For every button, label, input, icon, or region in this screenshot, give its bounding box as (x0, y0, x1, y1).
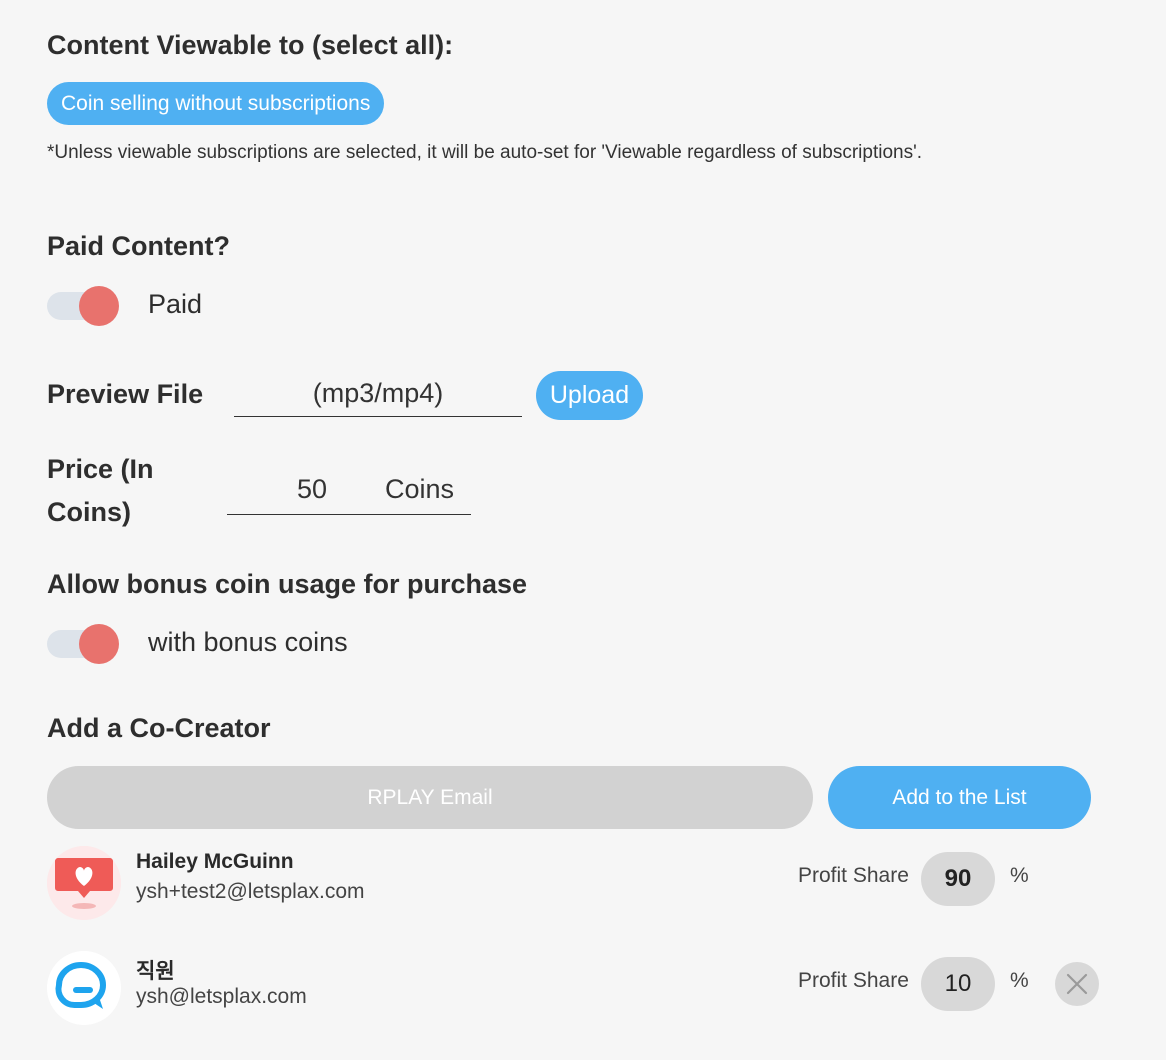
price-value: 50 (297, 474, 328, 504)
paid-toggle[interactable] (47, 284, 121, 328)
price-label-line2: Coins) (47, 497, 131, 527)
preview-file-input[interactable]: (mp3/mp4) (234, 372, 522, 417)
percent-sign: % (1010, 864, 1029, 887)
subscription-chip[interactable]: Coin selling without subscriptions (47, 82, 385, 125)
cocreator-heading: Add a Co-Creator (47, 713, 271, 743)
add-to-list-button[interactable]: Add to the List (828, 766, 1091, 829)
cocreator-name: 직원 (136, 960, 175, 983)
content-settings-page: Content Viewable to (select all): Coin s… (0, 0, 1166, 1060)
paid-toggle-label: Paid (148, 289, 203, 319)
cocreator-name: Hailey McGuinn (136, 850, 294, 873)
bonus-heading: Allow bonus coin usage for purchase (47, 569, 528, 599)
bonus-toggle-label: with bonus coins (148, 627, 348, 657)
paid-heading: Paid Content? (47, 231, 230, 261)
percent-sign: % (1010, 969, 1029, 992)
price-unit: Coins (385, 474, 455, 504)
cocreator-row: 직원 ysh@letsplax.com Profit Share 10 % (47, 951, 1107, 1027)
cocreator-email: ysh@letsplax.com (136, 985, 307, 1008)
rplay-email-input[interactable]: RPLAY Email (47, 766, 813, 829)
profit-share-input[interactable]: 10 (921, 957, 995, 1011)
preview-file-label: Preview File (47, 379, 204, 409)
avatar (47, 951, 121, 1025)
viewable-note: *Unless viewable subscriptions are selec… (47, 142, 922, 163)
toggle-knob (79, 286, 119, 326)
avatar (47, 846, 121, 920)
price-label-line1: Price (In (47, 454, 154, 484)
cocreator-email: ysh+test2@letsplax.com (136, 880, 365, 903)
bonus-toggle[interactable] (47, 622, 121, 666)
viewable-heading: Content Viewable to (select all): (47, 30, 454, 60)
chat-bubble-icon (47, 951, 121, 1025)
profit-share-label: Profit Share (798, 864, 909, 887)
close-icon (1066, 973, 1088, 995)
profit-share-label: Profit Share (798, 969, 909, 992)
price-input[interactable]: 50 Coins (227, 468, 471, 515)
remove-cocreator-button[interactable] (1055, 962, 1099, 1006)
profit-share-input[interactable]: 90 (921, 852, 995, 906)
heart-chat-icon (47, 846, 121, 920)
upload-button[interactable]: Upload (536, 371, 643, 420)
cocreator-row: Hailey McGuinn ysh+test2@letsplax.com Pr… (47, 846, 1107, 922)
toggle-knob (79, 624, 119, 664)
